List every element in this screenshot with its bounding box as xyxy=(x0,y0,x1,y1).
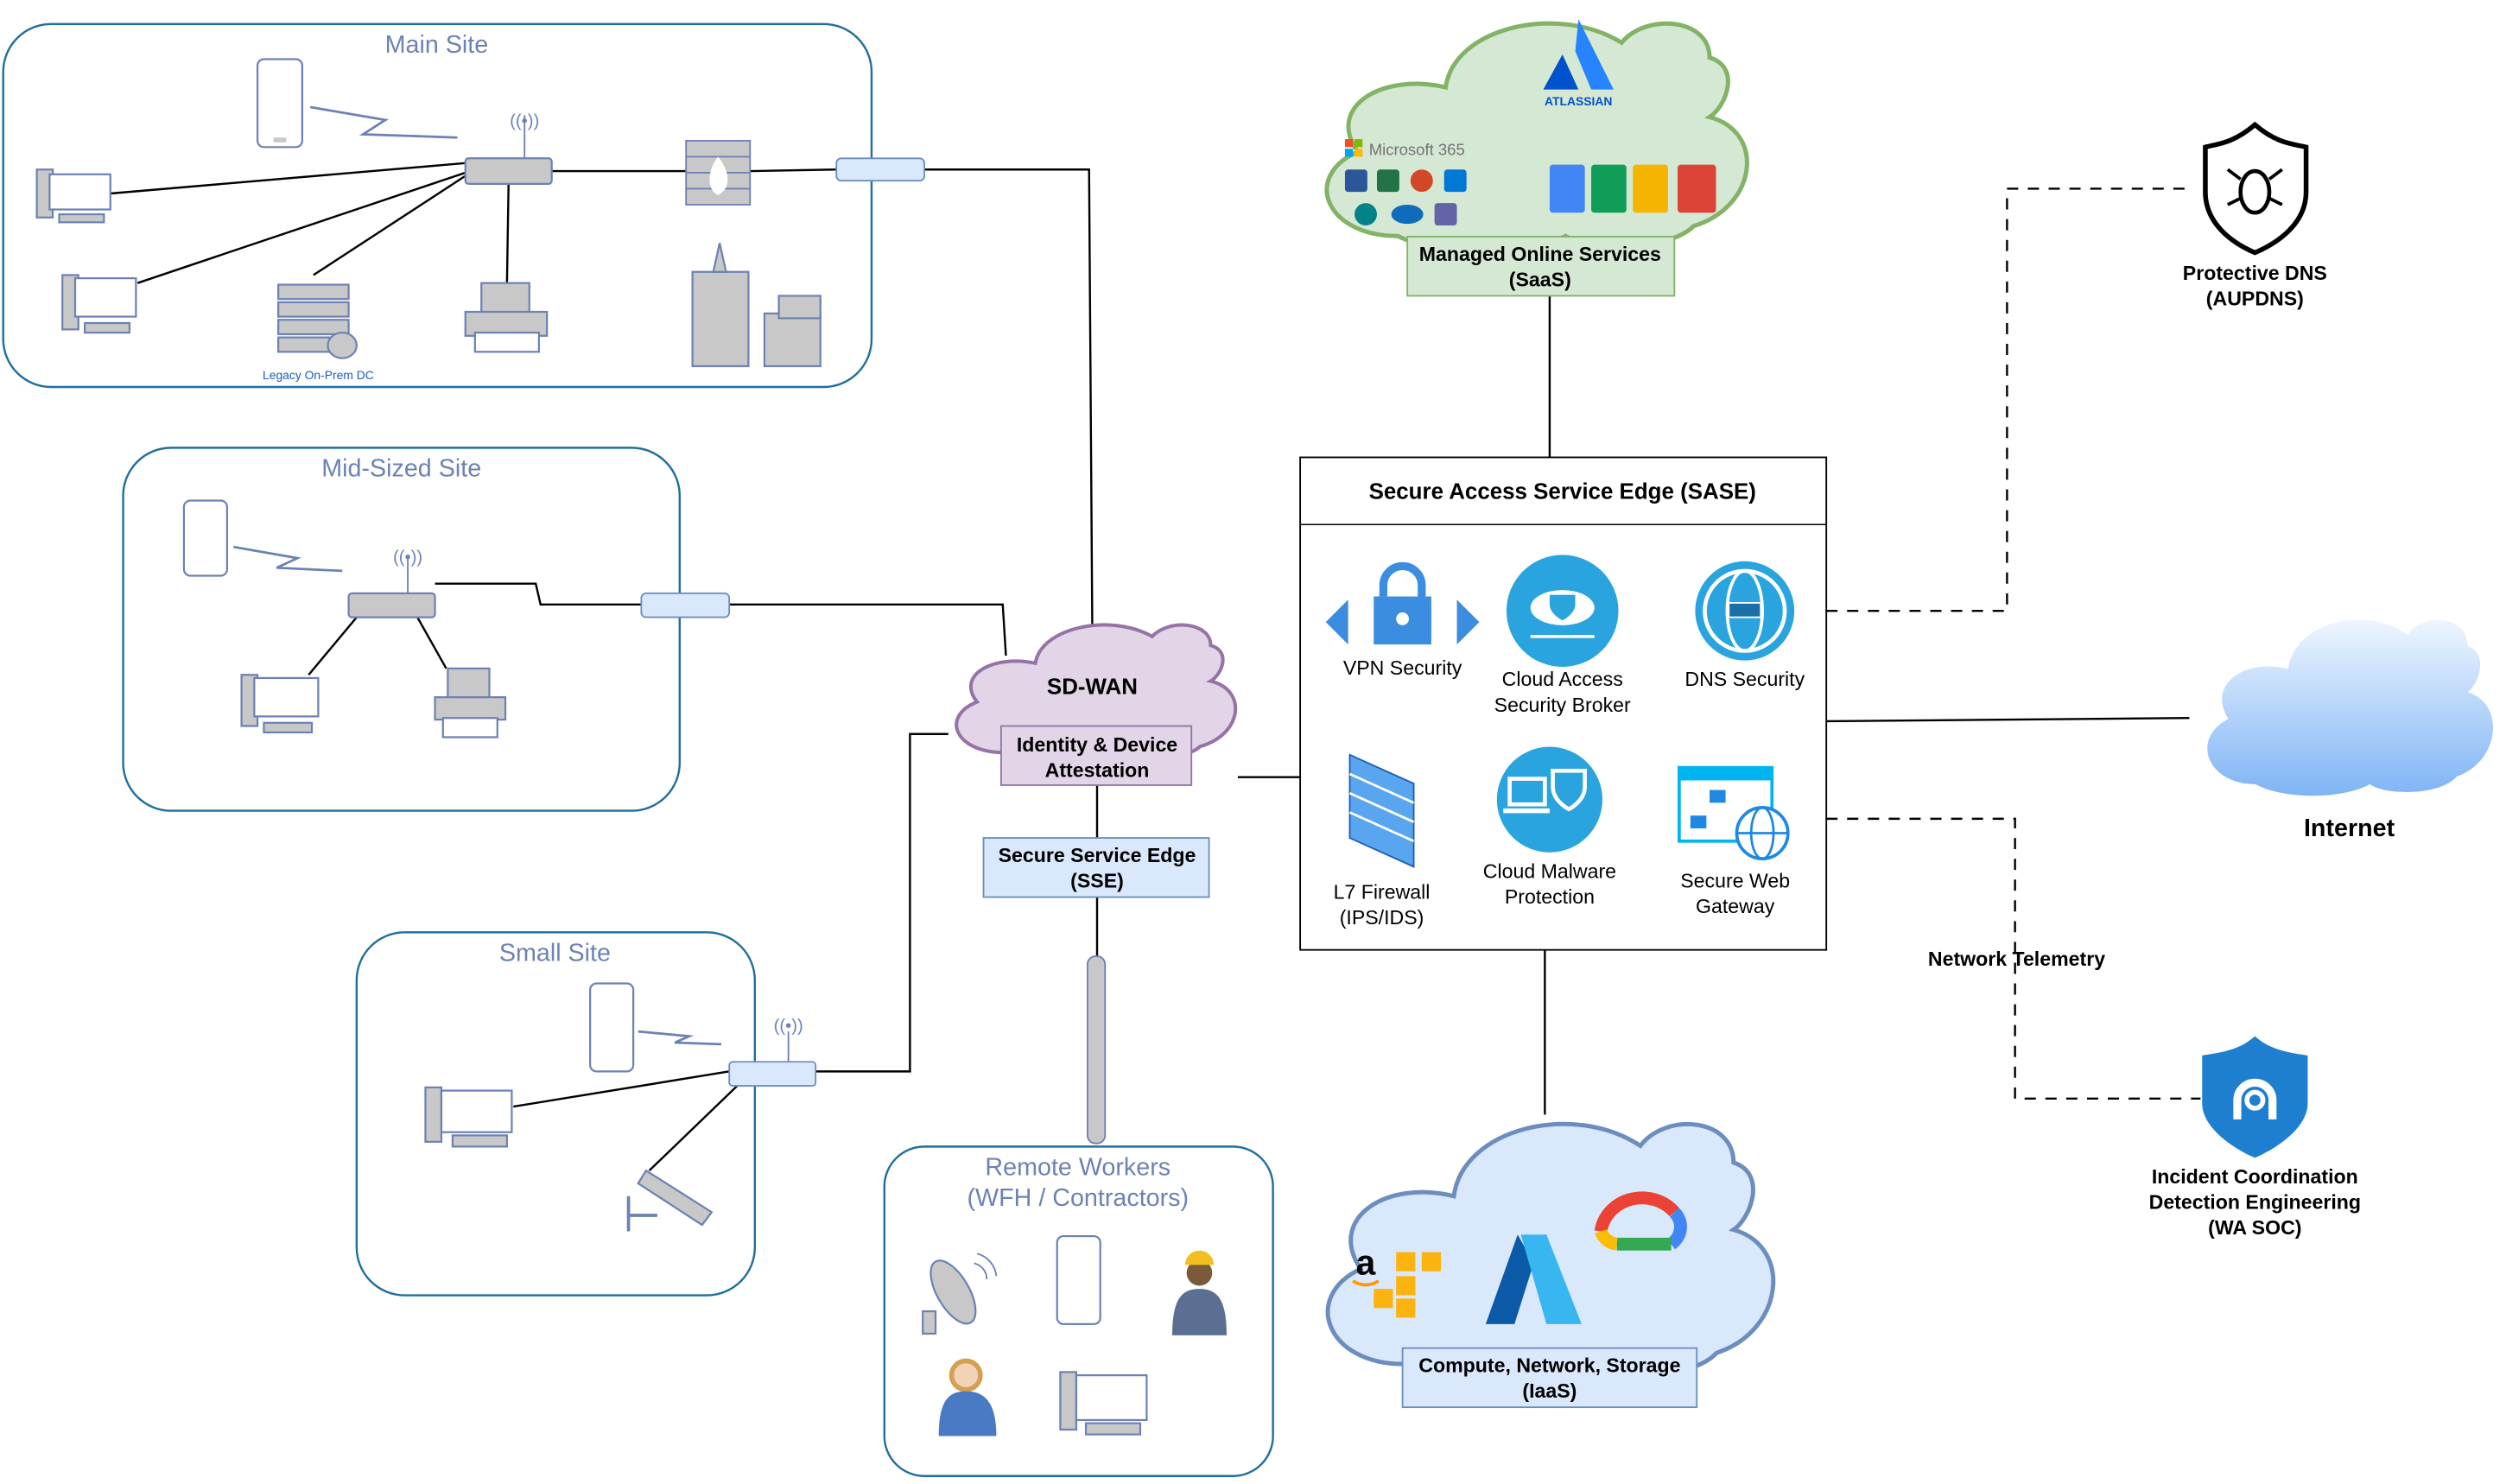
desktop-computer-icon xyxy=(1059,1371,1148,1436)
saas-cloud: ATLASSIAN Microsoft 365 Managed Online S… xyxy=(1327,19,1747,297)
bug-shield-icon xyxy=(2203,121,2309,256)
network-telemetry-label: Network Telemetry xyxy=(1928,948,2105,970)
vpn-tunnel-pipe xyxy=(1086,955,1107,1145)
google-slides-icon xyxy=(1633,164,1668,213)
mobile-phone-icon xyxy=(182,499,229,577)
malware-protection-label-line2: Protection xyxy=(1505,885,1595,908)
l7-firewall-label-line2: (IPS/IDS) xyxy=(1340,906,1424,929)
printer-icon xyxy=(434,667,507,739)
sse-label-line1: Secure Service Edge xyxy=(999,844,1196,866)
wireless-link-icon xyxy=(638,1030,721,1046)
excel-icon xyxy=(1376,169,1399,193)
identity-label-line2: Attestation xyxy=(1045,759,1150,782)
iaas-label-line1: Compute, Network, Storage xyxy=(1418,1354,1680,1376)
security-camera-icon xyxy=(626,1169,714,1232)
firewall-icon xyxy=(685,139,752,206)
sdwan-title: SD-WAN xyxy=(1047,675,1138,699)
pdns-label-line1: Protective DNS xyxy=(2183,262,2327,284)
iaas-cloud: a Compute, Network, Storage (IaaS) xyxy=(1328,1124,1773,1409)
internet-cloud: Internet xyxy=(2207,619,2494,842)
google-docs-icon xyxy=(1549,164,1585,213)
malware-protection-label-line1: Cloud Malware xyxy=(1483,859,1616,882)
server-label: Legacy On-Prem DC xyxy=(263,368,374,382)
sase-box: Secure Access Service Edge (SASE) VPN Se… xyxy=(1299,456,1828,951)
wireless-router-icon: ((•)) xyxy=(347,549,436,618)
main-site-group: Main Site ((•)) Legacy On-Prem DC xyxy=(2,22,925,389)
network-architecture-diagram: Main Site ((•)) Legacy On-Prem DC Mid-Si… xyxy=(2,0,2494,1477)
sharepoint-icon xyxy=(1355,203,1377,226)
google-sheets-icon xyxy=(1591,164,1627,213)
desktop-computer-icon xyxy=(424,1086,513,1148)
desktop-computer-icon xyxy=(240,674,320,734)
ms365-label: Microsoft 365 xyxy=(1369,141,1465,159)
onedrive-icon xyxy=(1391,204,1424,225)
satellite-dish-icon xyxy=(922,1253,998,1335)
small-site-group: Small Site ((•)) xyxy=(355,931,817,1297)
remote-workers-group: Remote Workers (WFH / Contractors) xyxy=(883,1145,1274,1477)
teams-icon xyxy=(1434,203,1457,226)
wireless-router-icon: ((•)) xyxy=(464,111,553,186)
atlassian-label: ATLASSIAN xyxy=(1545,94,1612,108)
svg-text:((•)): ((•)) xyxy=(774,1017,803,1036)
protective-dns-node: Protective DNS (AUPDNS) xyxy=(2183,121,2327,310)
dns-globe-icon xyxy=(1695,561,1795,661)
laptop-shield-icon xyxy=(1496,746,1603,853)
google-pdf-icon xyxy=(1678,164,1716,213)
printer-icon xyxy=(464,282,549,353)
server-database-icon xyxy=(277,283,358,359)
outlook-icon xyxy=(1443,169,1467,193)
mobile-phone-icon xyxy=(589,982,635,1073)
wireless-link-icon xyxy=(233,545,343,573)
desktop-computer-icon xyxy=(61,274,137,334)
swg-label-line1: Secure Web xyxy=(1680,869,1790,891)
mobile-phone-icon xyxy=(1056,1234,1101,1325)
iaas-label-line2: (IaaS) xyxy=(1522,1379,1577,1402)
swg-label-line2: Gateway xyxy=(1696,895,1775,917)
svg-text:((•)): ((•)) xyxy=(393,549,422,568)
remote-workers-title: Remote Workers xyxy=(985,1154,1171,1182)
network-switch-icon xyxy=(640,592,731,618)
saas-label-line1: Managed Online Services xyxy=(1419,243,1661,265)
pdns-label-line2: (AUPDNS) xyxy=(2206,288,2304,310)
casb-label-line2: Security Broker xyxy=(1494,694,1631,716)
google-workspace-icons xyxy=(1549,164,1716,213)
identity-label-line1: Identity & Device xyxy=(1017,733,1177,756)
casb-label-line1: Cloud Access xyxy=(1502,668,1623,690)
dns-security-label: DNS Security xyxy=(1684,668,1805,690)
sentinel-shield-icon xyxy=(2202,1036,2308,1158)
sse-box: Secure Service Edge (SSE) xyxy=(982,837,1210,898)
svg-text:((•)): ((•)) xyxy=(510,111,539,130)
svg-text:a: a xyxy=(1356,1242,1376,1282)
sase-title: Secure Access Service Edge (SASE) xyxy=(1369,480,1756,504)
sse-label-line2: (SSE) xyxy=(1070,869,1124,891)
l7-firewall-label-line1: L7 Firewall xyxy=(1334,880,1431,903)
word-icon xyxy=(1344,169,1367,193)
saas-label-line2: (SaaS) xyxy=(1509,268,1571,290)
wireless-link-icon xyxy=(309,105,458,139)
soc-node: Incident Coordination Detection Engineer… xyxy=(2149,1036,2361,1239)
mid-site-title: Mid-Sized Site xyxy=(321,455,481,483)
desktop-computer-icon xyxy=(35,168,111,224)
network-switch-icon xyxy=(835,157,925,182)
wireless-router-icon: ((•)) xyxy=(728,1017,817,1087)
small-site-boundary xyxy=(355,931,757,1297)
mid-site-group: Mid-Sized Site ((•)) xyxy=(122,447,731,812)
sdwan-cloud: SD-WAN Identity & Device Attestation xyxy=(956,625,1235,786)
soc-label-line1: Incident Coordination xyxy=(2152,1165,2358,1188)
remote-employee-icon xyxy=(938,1358,997,1436)
remote-workers-subtitle: (WFH / Contractors) xyxy=(967,1184,1189,1212)
small-site-title: Small Site xyxy=(499,940,611,967)
soc-label-line2: Detection Engineering xyxy=(2149,1191,2361,1214)
vpn-security-label: VPN Security xyxy=(1343,656,1462,679)
office-buildings-icon xyxy=(691,243,822,368)
cloud-shield-icon xyxy=(1506,555,1619,667)
contractor-worker-icon xyxy=(1172,1250,1227,1335)
soc-label-line3: (WA SOC) xyxy=(2208,1216,2301,1239)
mobile-phone-icon xyxy=(256,58,304,149)
main-site-title: Main Site xyxy=(385,31,489,59)
internet-label: Internet xyxy=(2304,815,2395,842)
powerpoint-icon xyxy=(1410,169,1433,193)
